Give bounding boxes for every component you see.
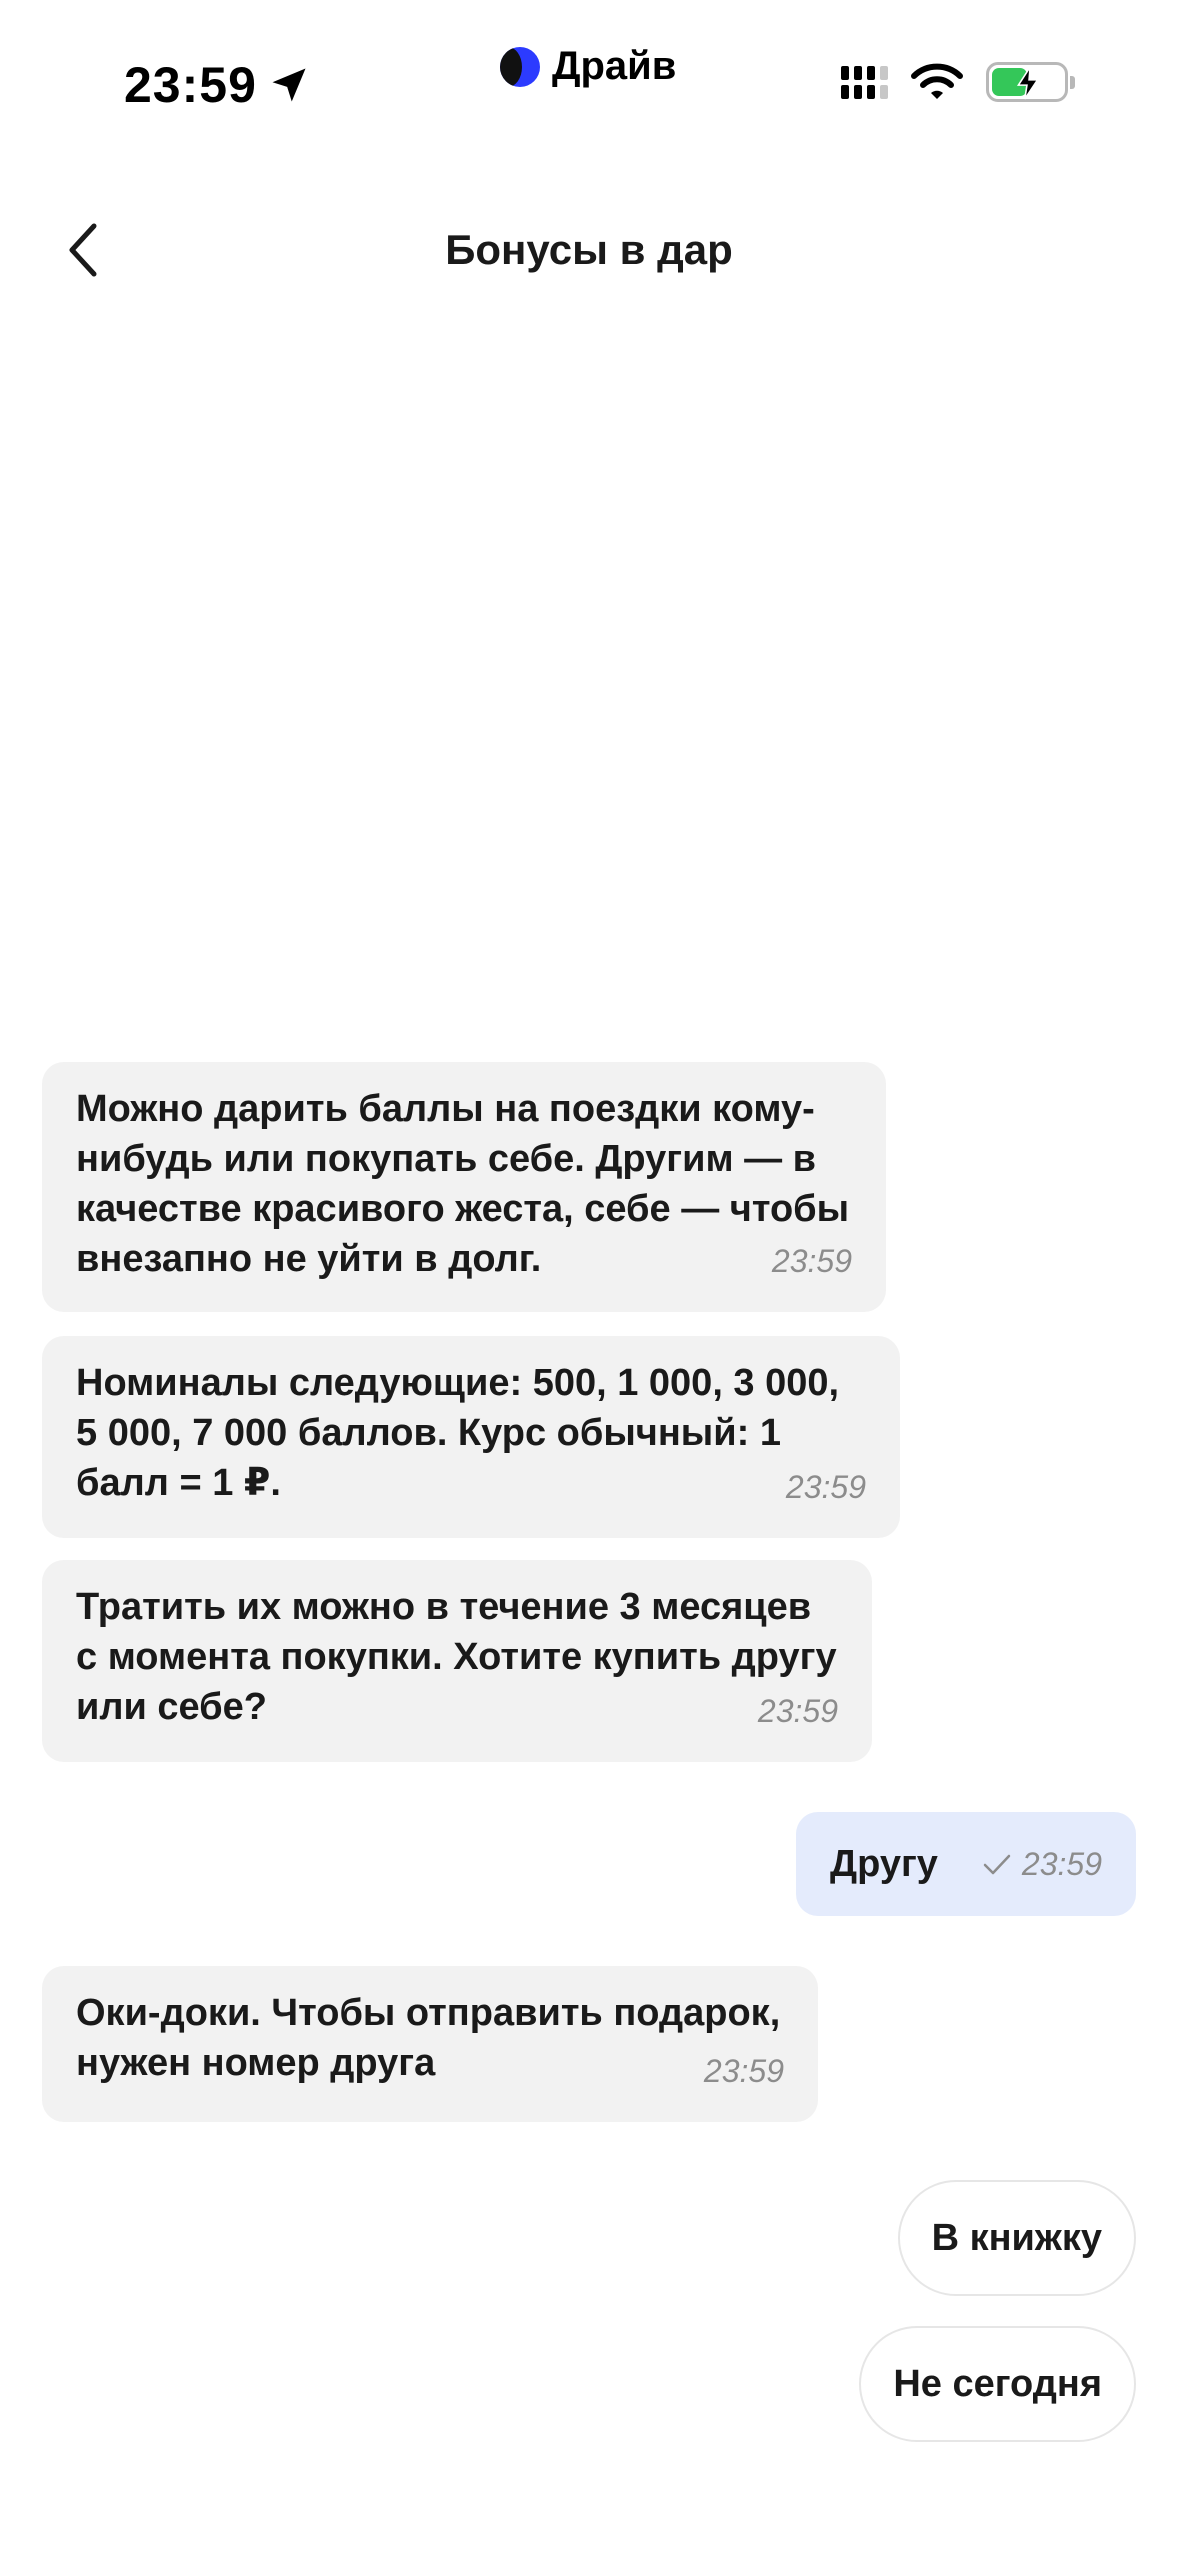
page-title: Бонусы в дар	[445, 226, 733, 273]
bot-message: Оки-доки. Чтобы отправить подарок, нужен…	[42, 1966, 818, 2122]
message-time: 23:59	[703, 2053, 784, 2089]
chat-screen: 23:59 Драйв Бонусы в дар Можно дарить ба…	[0, 0, 1178, 2560]
message-time: 23:59	[1021, 1846, 1102, 1882]
chevron-left-icon	[69, 223, 97, 277]
status-time: 23:59	[124, 56, 311, 114]
cellular-signal-icon	[841, 65, 888, 99]
check-icon	[983, 1854, 1011, 1875]
back-button[interactable]	[52, 218, 116, 282]
message-time: 23:59	[757, 1693, 838, 1729]
status-indicators	[841, 62, 1075, 102]
bot-message: Можно дарить баллы на поездки кому-нибуд…	[42, 1062, 886, 1312]
message-meta: 23:59	[982, 1839, 1102, 1889]
message-text: Другу	[830, 1843, 938, 1885]
message-text: Номиналы следующие: 500, 1 000, 3 000, 5…	[76, 1362, 840, 1504]
user-message: Другу 23:59	[796, 1812, 1136, 1916]
bot-message: Номиналы следующие: 500, 1 000, 3 000, 5…	[42, 1336, 900, 1538]
carrier-name: Драйв	[552, 44, 677, 88]
message-text: Можно дарить баллы на поездки кому-нибуд…	[76, 1088, 850, 1280]
header: Бонусы в дар	[0, 200, 1178, 300]
message-time: 23:59	[785, 1469, 866, 1505]
carrier-logo-icon	[500, 46, 540, 87]
message-text: Тратить их можно в течение 3 месяцев с м…	[76, 1586, 837, 1728]
lightning-icon	[1016, 66, 1040, 100]
quick-reply-to-book[interactable]: В книжку	[897, 2180, 1136, 2296]
bot-message: Тратить их можно в течение 3 месяцев с м…	[42, 1560, 872, 1762]
quick-reply-not-today[interactable]: Не сегодня	[859, 2326, 1136, 2442]
status-time-text: 23:59	[124, 57, 257, 113]
message-time: 23:59	[771, 1243, 852, 1279]
message-text: Оки-доки. Чтобы отправить подарок, нужен…	[76, 1992, 781, 2084]
wifi-icon	[911, 63, 963, 99]
location-arrow-icon	[272, 68, 306, 102]
battery-charging-icon	[986, 62, 1075, 102]
carrier: Драйв	[500, 44, 676, 89]
